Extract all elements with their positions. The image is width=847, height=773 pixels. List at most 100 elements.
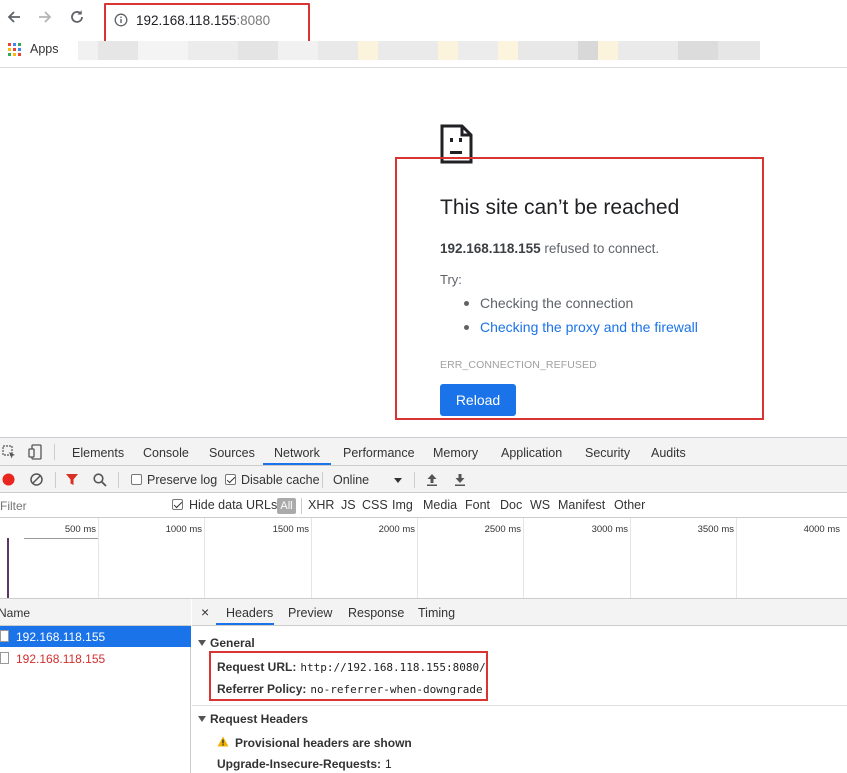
throttling-select[interactable]: Online	[333, 473, 369, 487]
name-column-label: Name	[0, 606, 31, 620]
record-icon[interactable]	[2, 473, 15, 486]
tab-memory[interactable]: Memory	[433, 446, 478, 460]
forward-button[interactable]	[34, 6, 56, 28]
provisional-warning-text: Provisional headers are shown	[235, 736, 412, 750]
triangle-down-icon	[198, 640, 206, 646]
overview-cursor-line	[7, 538, 9, 598]
bullet-icon	[464, 301, 469, 306]
url-host: 192.168.118.155	[136, 13, 237, 28]
highlight-box-general	[209, 651, 488, 701]
tab-response[interactable]: Response	[348, 606, 404, 620]
filter-type-ws[interactable]: WS	[530, 498, 550, 512]
arrow-right-icon	[37, 9, 53, 25]
active-tab-indicator	[263, 463, 331, 465]
tab-timing[interactable]: Timing	[418, 606, 455, 620]
url-text: 192.168.118.155:8080	[136, 13, 270, 28]
tick-label: 4000 ms	[803, 524, 840, 535]
browser-toolbar: 192.168.118.155:8080 Apps	[0, 0, 847, 68]
upgrade-insecure-key: Upgrade-Insecure-Requests:	[217, 757, 382, 771]
grid-line	[311, 518, 312, 598]
tick-label: 3500 ms	[697, 524, 734, 535]
disable-cache-label: Disable cache	[241, 473, 320, 487]
hide-data-urls-label: Hide data URLs	[189, 498, 278, 512]
grid-line	[417, 518, 418, 598]
refresh-icon	[69, 9, 85, 25]
network-overview-timeline[interactable]: 500 ms 1000 ms 1500 ms 2000 ms 2500 ms 3…	[0, 518, 847, 599]
request-row[interactable]: 192.168.118.155	[0, 626, 191, 647]
tab-audits[interactable]: Audits	[651, 446, 686, 460]
error-title: This site can’t be reached	[440, 196, 680, 219]
grid-line	[630, 518, 631, 598]
inspect-element-icon[interactable]	[2, 445, 16, 459]
filter-type-img[interactable]: Img	[392, 498, 413, 512]
filter-type-doc[interactable]: Doc	[500, 498, 522, 512]
request-headers-title: Request Headers	[210, 712, 309, 726]
name-column-header[interactable]: Name	[0, 599, 191, 626]
filter-type-manifest[interactable]: Manifest	[558, 498, 605, 512]
overview-request-bar	[24, 538, 98, 539]
tab-performance[interactable]: Performance	[343, 446, 415, 460]
close-detail-button[interactable]: ×	[201, 604, 209, 620]
tab-preview[interactable]: Preview	[288, 606, 332, 620]
suggestion-check-proxy-link[interactable]: Checking the proxy and the firewall	[480, 319, 698, 335]
apps-bookmark[interactable]: Apps	[30, 42, 59, 56]
bookmarks-bar: Apps	[0, 38, 847, 64]
grid-line	[98, 518, 99, 598]
filter-type-media[interactable]: Media	[423, 498, 457, 512]
back-button[interactable]	[3, 6, 25, 28]
tab-console[interactable]: Console	[143, 446, 189, 460]
preserve-log-checkbox[interactable]	[131, 474, 142, 485]
separator	[322, 472, 323, 488]
filter-type-xhr[interactable]: XHR	[308, 498, 334, 512]
blurred-bookmarks	[78, 41, 760, 60]
disable-cache-checkbox[interactable]	[225, 474, 236, 485]
info-icon[interactable]	[114, 13, 128, 27]
request-list: 192.168.118.155 192.168.118.155	[0, 626, 191, 773]
separator	[118, 472, 119, 488]
import-har-icon[interactable]	[426, 473, 438, 486]
clear-icon[interactable]	[30, 473, 43, 486]
filter-icon[interactable]	[65, 473, 79, 486]
tab-elements[interactable]: Elements	[72, 446, 124, 460]
network-filter-bar: Hide data URLs All XHR JS CSS Img Media …	[0, 493, 847, 518]
filter-type-css[interactable]: CSS	[362, 498, 388, 512]
address-bar[interactable]: 192.168.118.155:8080	[104, 3, 310, 43]
filter-type-all[interactable]: All	[277, 498, 296, 514]
request-headers-section-header[interactable]: Request Headers	[198, 712, 308, 726]
filter-type-other[interactable]: Other	[614, 498, 645, 512]
tick-label: 1500 ms	[272, 524, 309, 535]
refresh-button[interactable]	[66, 6, 88, 28]
network-toolbar: Preserve log Disable cache Online	[0, 466, 847, 493]
separator	[301, 498, 302, 514]
tab-headers[interactable]: Headers	[226, 606, 273, 620]
tab-security[interactable]: Security	[585, 446, 630, 460]
chevron-down-icon[interactable]	[394, 478, 402, 483]
search-icon[interactable]	[93, 473, 107, 487]
request-name: 192.168.118.155	[16, 630, 106, 644]
filter-input[interactable]	[0, 496, 158, 515]
detail-tab-bar: × Headers Preview Response Timing	[192, 599, 847, 626]
filter-type-font[interactable]: Font	[465, 498, 490, 512]
grid-line	[523, 518, 524, 598]
request-name: 192.168.118.155	[16, 652, 106, 666]
tab-sources[interactable]: Sources	[209, 446, 255, 460]
apps-grid-icon[interactable]	[8, 43, 21, 56]
devtools-tab-bar: Elements Console Sources Network Perform…	[0, 438, 847, 466]
filter-type-js[interactable]: JS	[341, 498, 356, 512]
tab-network[interactable]: Network	[274, 446, 320, 460]
hide-data-urls-checkbox[interactable]	[172, 499, 183, 510]
device-toolbar-icon[interactable]	[28, 444, 42, 460]
url-port: :8080	[236, 13, 271, 28]
warning-icon	[217, 736, 229, 747]
tab-application[interactable]: Application	[501, 446, 562, 460]
export-har-icon[interactable]	[454, 473, 466, 486]
general-title: General	[210, 636, 255, 650]
request-row[interactable]: 192.168.118.155	[0, 648, 191, 669]
tick-label: 2000 ms	[378, 524, 415, 535]
error-description: 192.168.118.155 refused to connect.	[440, 241, 659, 256]
suggestion-check-connection: Checking the connection	[480, 295, 634, 311]
bullet-icon	[464, 325, 469, 330]
general-section-header[interactable]: General	[198, 636, 255, 650]
reload-button[interactable]: Reload	[440, 384, 516, 416]
active-tab-indicator	[216, 623, 274, 625]
